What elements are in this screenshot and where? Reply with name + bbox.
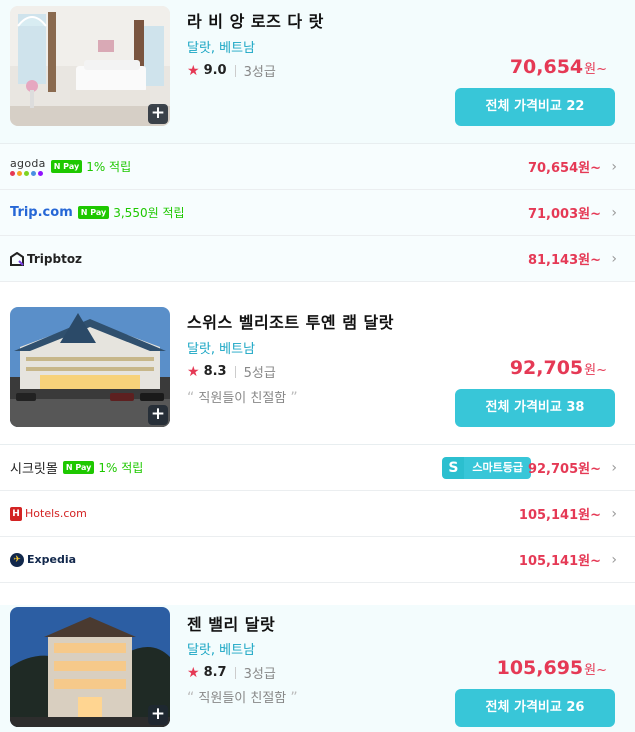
hotel-card[interactable]: + 라 비 앙 로즈 다 랏 달랏, 베트남 ★ 9.0 3성급 70,654원…: [0, 0, 635, 144]
provider-name: Hotels.com: [25, 507, 87, 520]
chevron-right-icon[interactable]: ›: [611, 205, 617, 221]
review-text: 직원들이 친절함: [198, 691, 287, 706]
divider: [234, 64, 236, 77]
hotelscom-icon: H: [10, 506, 22, 521]
smart-grade-label: 스마트등급: [464, 457, 531, 479]
hotel-location: 달랏, 베트남: [187, 41, 256, 56]
npay-benefit: N Pay 1% 적립: [62, 459, 144, 476]
hotel-card[interactable]: + 스위스 벨리조트 투옌 램 달랏 달랏, 베트남 ★ 8.3 5성급 “ 직…: [0, 301, 635, 445]
star-icon: ★: [187, 62, 200, 79]
hotel-rating: ★ 8.3 5성급: [187, 362, 276, 382]
npay-badge: N Pay: [50, 160, 83, 173]
npay-badge: N Pay: [62, 461, 95, 474]
hotelscom-logo: H Hotels.com: [10, 506, 87, 521]
expedia-icon: ✈: [10, 552, 24, 567]
provider-name: Expedia: [27, 553, 77, 566]
offer-row[interactable]: Tripbtoz 81,143원~ ›: [0, 236, 635, 282]
chevron-right-icon[interactable]: ›: [611, 251, 617, 267]
tripbtoz-icon: [10, 251, 24, 266]
review-text: 직원들이 친절함: [198, 391, 287, 406]
offer-price: 105,141원~: [518, 508, 601, 523]
provider-name: 시크릿몰: [10, 462, 58, 477]
hotel-name[interactable]: 라 비 앙 로즈 다 랏: [187, 8, 324, 32]
hotel-price: 105,695원~: [497, 657, 607, 679]
hotel-card[interactable]: + 젠 밸리 달랏 달랏, 베트남 ★ 8.7 3성급 “ 직원들이 친절함 ”…: [0, 605, 635, 732]
chevron-right-icon[interactable]: ›: [611, 506, 617, 522]
add-photo-icon[interactable]: +: [148, 705, 168, 725]
price-value: 105,695: [496, 657, 584, 679]
quote-close-icon: ”: [290, 690, 298, 706]
quote-open-icon: “: [187, 390, 195, 406]
provider-name: Tripbtoz: [27, 251, 83, 266]
npay-reward: 3,550원 적립: [113, 206, 185, 220]
hotel-price: 70,654원~: [510, 56, 607, 78]
rating-value: 8.3: [203, 364, 227, 379]
hotel-grade: 3성급: [243, 65, 276, 80]
hotel-name[interactable]: 스위스 벨리조트 투옌 램 달랏: [187, 309, 394, 333]
offer-price: 70,654원~: [527, 161, 601, 176]
offer-row[interactable]: Trip.com N Pay 3,550원 적립 71,003원~ ›: [0, 190, 635, 236]
tripbtoz-logo: Tripbtoz: [10, 251, 83, 266]
hotel-rating: ★ 8.7 3성급: [187, 663, 276, 683]
hotel-photo[interactable]: +: [10, 607, 170, 727]
compare-prices-button[interactable]: 전체 가격비교 22: [455, 88, 615, 126]
npay-reward: 1% 적립: [98, 461, 144, 475]
section-gap: [0, 282, 635, 301]
chevron-right-icon[interactable]: ›: [611, 159, 617, 175]
hotel-grade: 3성급: [243, 667, 276, 682]
smart-grade-badge: S 스마트등급: [442, 457, 531, 479]
divider: [234, 365, 236, 378]
chevron-right-icon[interactable]: ›: [611, 460, 617, 476]
star-icon: ★: [187, 363, 200, 380]
provider-name: agoda: [10, 156, 46, 170]
hotel-name[interactable]: 젠 밸리 달랏: [187, 611, 275, 635]
offer-price: 92,705원~: [527, 462, 601, 477]
hotel-photo[interactable]: +: [10, 307, 170, 427]
price-value: 70,654: [509, 56, 584, 78]
offer-price: 81,143원~: [527, 253, 601, 268]
compare-prices-button[interactable]: 전체 가격비교 26: [455, 689, 615, 727]
offer-row[interactable]: agoda N Pay 1% 적립 70,654원~ ›: [0, 144, 635, 190]
secretmall-logo: 시크릿몰: [10, 458, 58, 477]
review-snippet: “ 직원들이 친절함 ”: [187, 687, 298, 706]
tripcom-logo: Trip.com: [10, 205, 73, 220]
add-photo-icon[interactable]: +: [148, 104, 168, 124]
hotel-rating: ★ 9.0 3성급: [187, 61, 276, 81]
npay-benefit: N Pay 3,550원 적립: [77, 204, 185, 221]
hotel-location: 달랏, 베트남: [187, 342, 256, 357]
hotel-price: 92,705원~: [510, 357, 607, 379]
rating-value: 9.0: [203, 63, 227, 78]
hotel-grade: 5성급: [243, 366, 276, 381]
price-unit: 원~: [584, 62, 607, 77]
expedia-logo: ✈ Expedia: [10, 552, 77, 567]
hotel-photo[interactable]: +: [10, 6, 170, 126]
section-gap: [0, 583, 635, 605]
price-unit: 원~: [584, 663, 607, 678]
npay-reward: 1% 적립: [86, 160, 132, 174]
price-unit: 원~: [584, 363, 607, 378]
divider: [234, 666, 236, 679]
offer-price: 71,003원~: [527, 207, 601, 222]
review-snippet: “ 직원들이 친절함 ”: [187, 387, 298, 406]
npay-benefit: N Pay 1% 적립: [50, 158, 132, 175]
npay-badge: N Pay: [77, 206, 110, 219]
offer-row[interactable]: H Hotels.com 105,141원~ ›: [0, 491, 635, 537]
rating-value: 8.7: [203, 665, 227, 680]
offer-row[interactable]: ✈ Expedia 105,141원~ ›: [0, 537, 635, 583]
star-icon: ★: [187, 664, 200, 681]
agoda-logo: agoda: [10, 158, 46, 176]
offer-price: 105,141원~: [518, 554, 601, 569]
provider-name: Trip.com: [10, 205, 73, 220]
offer-row[interactable]: 시크릿몰 N Pay 1% 적립 S 스마트등급 92,705원~ ›: [0, 445, 635, 491]
price-value: 92,705: [509, 357, 584, 379]
add-photo-icon[interactable]: +: [148, 405, 168, 425]
chevron-right-icon[interactable]: ›: [611, 552, 617, 568]
smart-s-icon: S: [442, 457, 465, 479]
quote-open-icon: “: [187, 690, 195, 706]
hotel-location: 달랏, 베트남: [187, 643, 256, 658]
compare-prices-button[interactable]: 전체 가격비교 38: [455, 389, 615, 427]
quote-close-icon: ”: [290, 390, 298, 406]
